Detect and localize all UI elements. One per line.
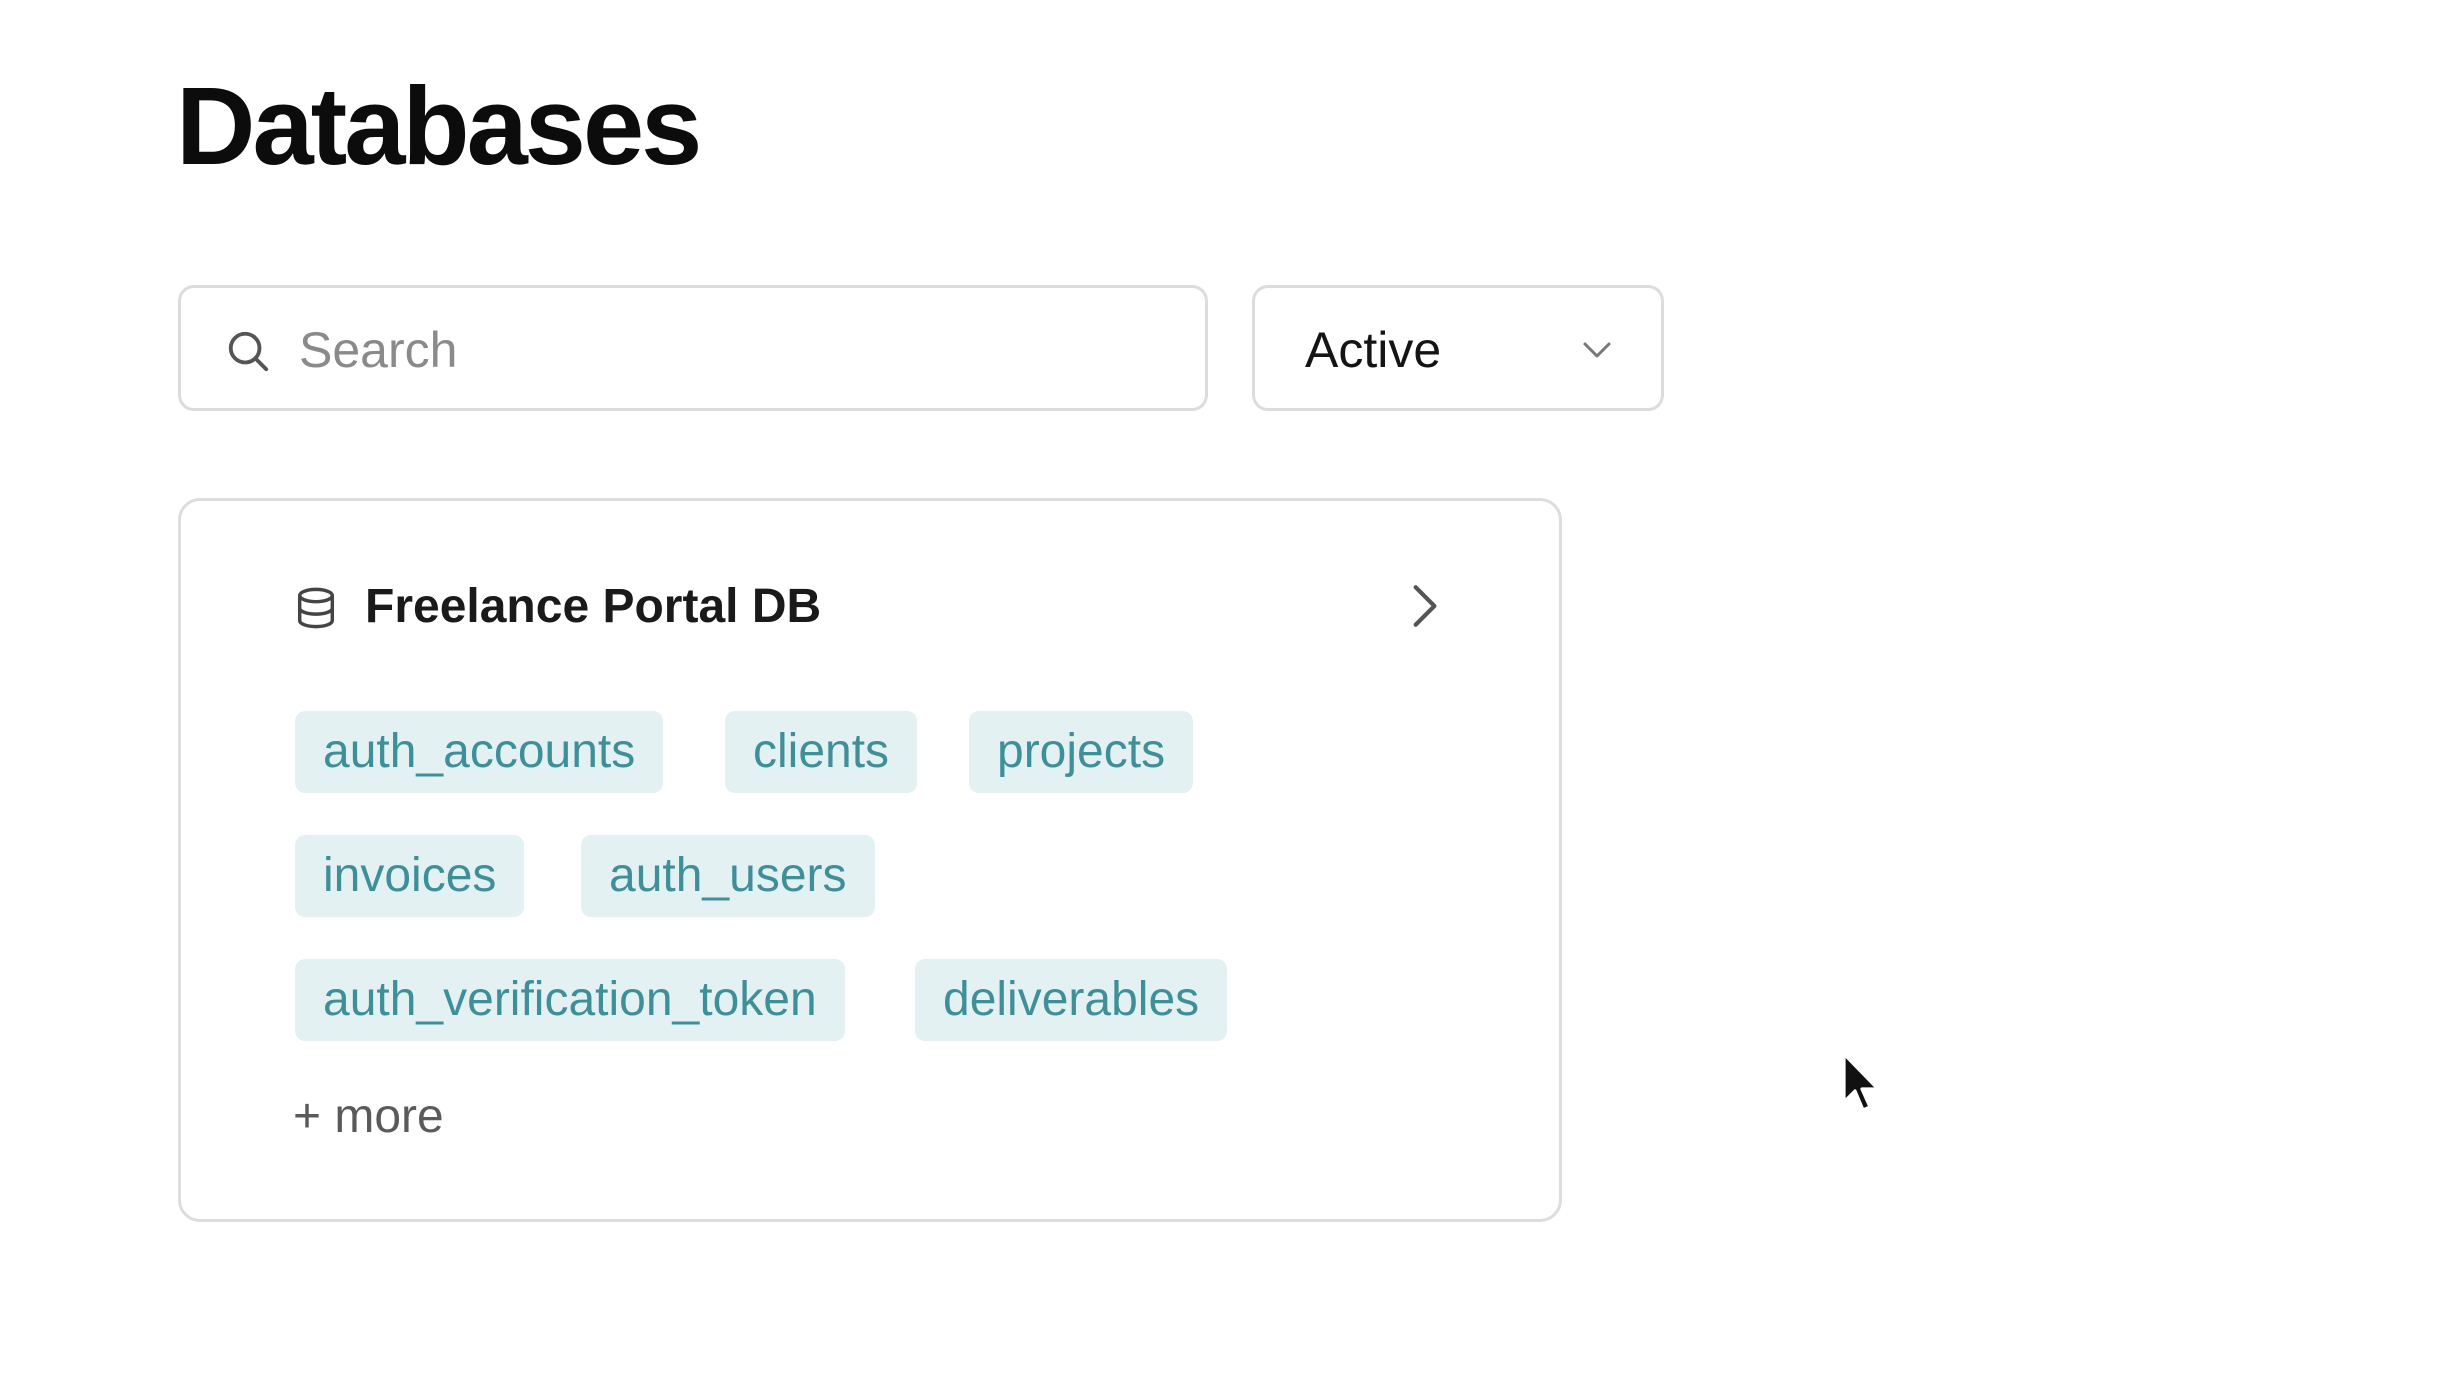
chevron-down-icon: [1583, 342, 1611, 358]
search-box[interactable]: [178, 285, 1208, 411]
table-tag[interactable]: auth_users: [581, 835, 875, 917]
database-name: Freelance Portal DB: [365, 580, 822, 633]
table-tag[interactable]: auth_accounts: [295, 711, 664, 793]
table-tag[interactable]: clients: [725, 711, 918, 793]
mouse-pointer-icon: [1842, 1052, 1880, 1112]
status-filter-select[interactable]: Active: [1252, 285, 1664, 411]
table-tag[interactable]: deliverables: [915, 959, 1228, 1041]
page-title: Databases: [176, 65, 702, 188]
database-card[interactable]: Freelance Portal DB auth_accounts client…: [178, 498, 1562, 1222]
status-filter-value: Active: [1305, 322, 1442, 378]
table-tag[interactable]: invoices: [295, 835, 525, 917]
database-icon: [297, 587, 335, 629]
more-tables-link[interactable]: + more: [293, 1085, 444, 1149]
table-tag[interactable]: projects: [969, 711, 1194, 793]
search-input[interactable]: [299, 318, 1179, 382]
chevron-right-icon[interactable]: [1399, 581, 1449, 631]
table-tag[interactable]: auth_verification_token: [295, 959, 845, 1041]
search-icon: [228, 331, 269, 372]
